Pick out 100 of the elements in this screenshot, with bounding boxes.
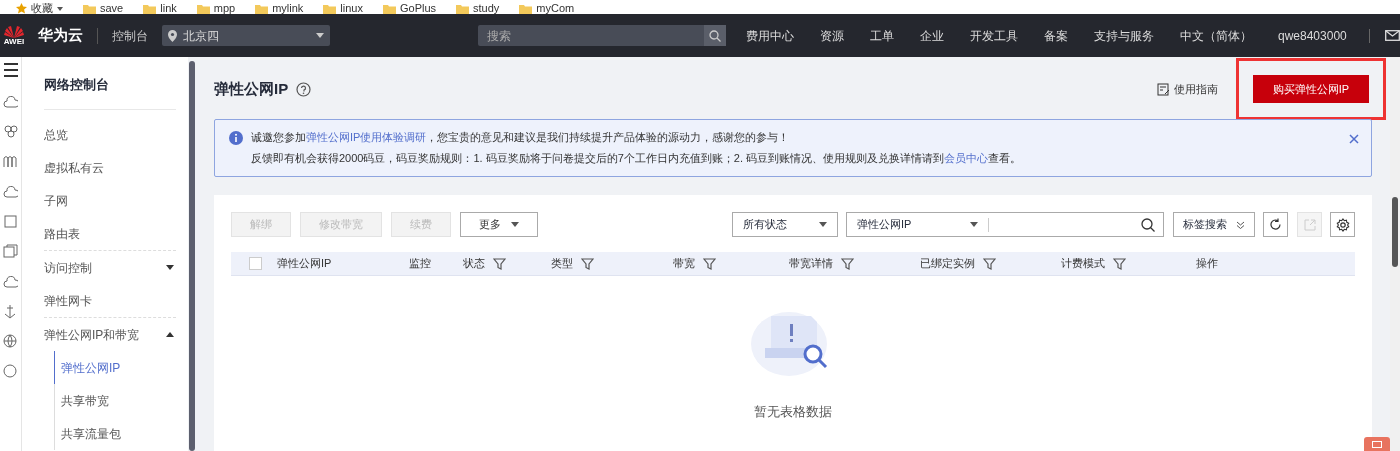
logo-text: AWEI [3, 38, 25, 46]
link[interactable]: 会员中心 [944, 152, 989, 164]
circle-icon [3, 364, 18, 379]
refresh-icon [1269, 218, 1282, 231]
guide-link[interactable]: 使用指南 [1157, 80, 1218, 98]
gear-icon [1335, 217, 1350, 232]
sidebar-title: 网络控制台 [44, 76, 110, 94]
buy-button[interactable]: 购买弹性公网IP [1253, 75, 1369, 103]
sidebar-item[interactable]: 共享带宽 [54, 384, 176, 417]
brand-name: 华为云 [38, 25, 83, 46]
help-icon [296, 81, 312, 97]
anchor-icon [3, 304, 18, 319]
status-dropdown[interactable]: 所有状态 [732, 212, 838, 237]
bookmark-link[interactable]: mylink [272, 3, 304, 14]
refresh-button[interactable] [1263, 212, 1288, 237]
scrollbar[interactable] [1392, 197, 1398, 267]
empty-text: 暂无表格数据 [754, 403, 832, 421]
search-button[interactable] [704, 25, 726, 46]
bookmark-link[interactable]: linux [340, 3, 363, 14]
bookmark-link[interactable]: mpp [213, 3, 236, 14]
sidebar-item[interactable]: 总览 [44, 118, 176, 151]
search-field[interactable]: 弹性公网IP [846, 212, 1164, 237]
filter-icon [841, 257, 854, 270]
globe-icon [3, 334, 18, 349]
square-icon [3, 214, 18, 229]
nav-link[interactable]: 支持与服务 [1094, 26, 1154, 45]
document-edit-icon [1157, 82, 1170, 96]
cloud-icon [3, 184, 18, 199]
settings-button[interactable] [1330, 212, 1355, 237]
search-field[interactable]: 搜索 [478, 25, 704, 46]
sidebar-item[interactable]: 弹性公网IP和带宽 [44, 318, 176, 351]
circles-icon [3, 124, 18, 139]
sidebar-item[interactable]: 弹性网卡 [44, 284, 176, 317]
caret-icon [970, 222, 978, 227]
column-header[interactable]: 监控 [409, 255, 431, 272]
nav-link[interactable]: 备案 [1044, 26, 1068, 45]
toolbar-button[interactable]: 更多 [460, 212, 538, 237]
notice-text: 反馈即有机会获得2000码豆，码豆奖励规则：1. 码豆奖励将于问卷提交后的7个工作日内充值到账；2. 码豆到账情况、使用规则及兑换详情请到会员中心查看。 [251, 151, 1023, 166]
sidebar-item[interactable]: 虚拟私有云 [44, 151, 176, 184]
star-icon [16, 3, 27, 14]
column-header[interactable]: 操作 [1196, 255, 1218, 272]
caret-icon [316, 33, 324, 38]
cloud-icon [3, 94, 18, 109]
caret-icon [57, 7, 63, 11]
export-icon [1303, 218, 1316, 231]
region-select[interactable]: 北京四 [162, 25, 330, 46]
nav-link[interactable]: 费用中心 [746, 26, 794, 45]
info-icon [229, 131, 243, 145]
bookmark-link[interactable]: save [100, 3, 124, 14]
bookmark-link[interactable]: myCom [536, 3, 575, 14]
chevron-double-icon [1236, 220, 1245, 229]
tag-search-button[interactable]: 标签搜索 [1173, 212, 1255, 237]
console-link[interactable]: 控制台 [112, 26, 148, 45]
column-header[interactable]: 已绑定实例 [920, 255, 975, 272]
column-header[interactable]: 带宽详情 [789, 255, 833, 272]
filter-icon [983, 257, 996, 270]
link[interactable]: 弹性公网IP使用体验调研 [306, 131, 427, 143]
sidebar-item[interactable]: 共享流量包 [54, 417, 176, 450]
mail-icon [1384, 30, 1400, 41]
search-icon [1141, 217, 1155, 232]
filter-icon [493, 257, 506, 270]
menu-icon[interactable] [3, 63, 18, 77]
logo-icon [4, 25, 24, 38]
page-title: 弹性公网IP [214, 78, 289, 99]
bookmark-link[interactable]: link [160, 3, 177, 14]
close-icon [1349, 134, 1359, 144]
filter-icon [1113, 257, 1126, 270]
column-header[interactable]: 弹性公网IP [277, 255, 332, 272]
stack-icon [3, 244, 18, 259]
search-icon [709, 29, 721, 42]
nav-link[interactable]: 开发工具 [970, 26, 1018, 45]
nav-link[interactable]: 中文（简体） [1180, 26, 1252, 45]
sidebar-item[interactable]: 访问控制 [44, 251, 176, 284]
column-header[interactable]: 计费模式 [1061, 255, 1105, 272]
chat-icon[interactable] [1364, 437, 1390, 451]
caret-icon [511, 222, 519, 227]
sidebar-item[interactable]: 弹性公网IP [54, 351, 176, 384]
sidebar-item[interactable]: 路由表 [44, 217, 176, 250]
filter-icon [703, 257, 716, 270]
checkbox[interactable] [249, 257, 262, 270]
nav-link[interactable]: qwe8403000 [1278, 26, 1347, 45]
bookmark-link[interactable]: 收藏 [31, 3, 53, 14]
caret-icon [819, 222, 827, 227]
column-header[interactable]: 带宽 [673, 255, 695, 272]
caret-icon [166, 265, 174, 270]
nav-link[interactable]: 资源 [820, 26, 844, 45]
sidebar-item[interactable]: 子网 [44, 184, 176, 217]
location-pin-icon [168, 29, 177, 42]
nav-link[interactable]: 企业 [920, 26, 944, 45]
scrollbar[interactable] [189, 61, 195, 451]
filter-icon [581, 257, 594, 270]
wave-icon [3, 154, 18, 169]
column-header[interactable]: 状态 [463, 255, 485, 272]
notice-text: 诚邀您参加弹性公网IP使用体验调研，您宝贵的意见和建议是我们持续提升产品体验的源动力，感谢您的参与！ [251, 130, 791, 145]
bookmark-link[interactable]: study [473, 3, 500, 14]
caret-icon [166, 332, 174, 337]
nav-link[interactable]: 工单 [870, 26, 894, 45]
bookmark-link[interactable]: GoPlus [399, 3, 437, 14]
column-header[interactable]: 类型 [551, 255, 573, 272]
cloud-icon [3, 274, 18, 289]
